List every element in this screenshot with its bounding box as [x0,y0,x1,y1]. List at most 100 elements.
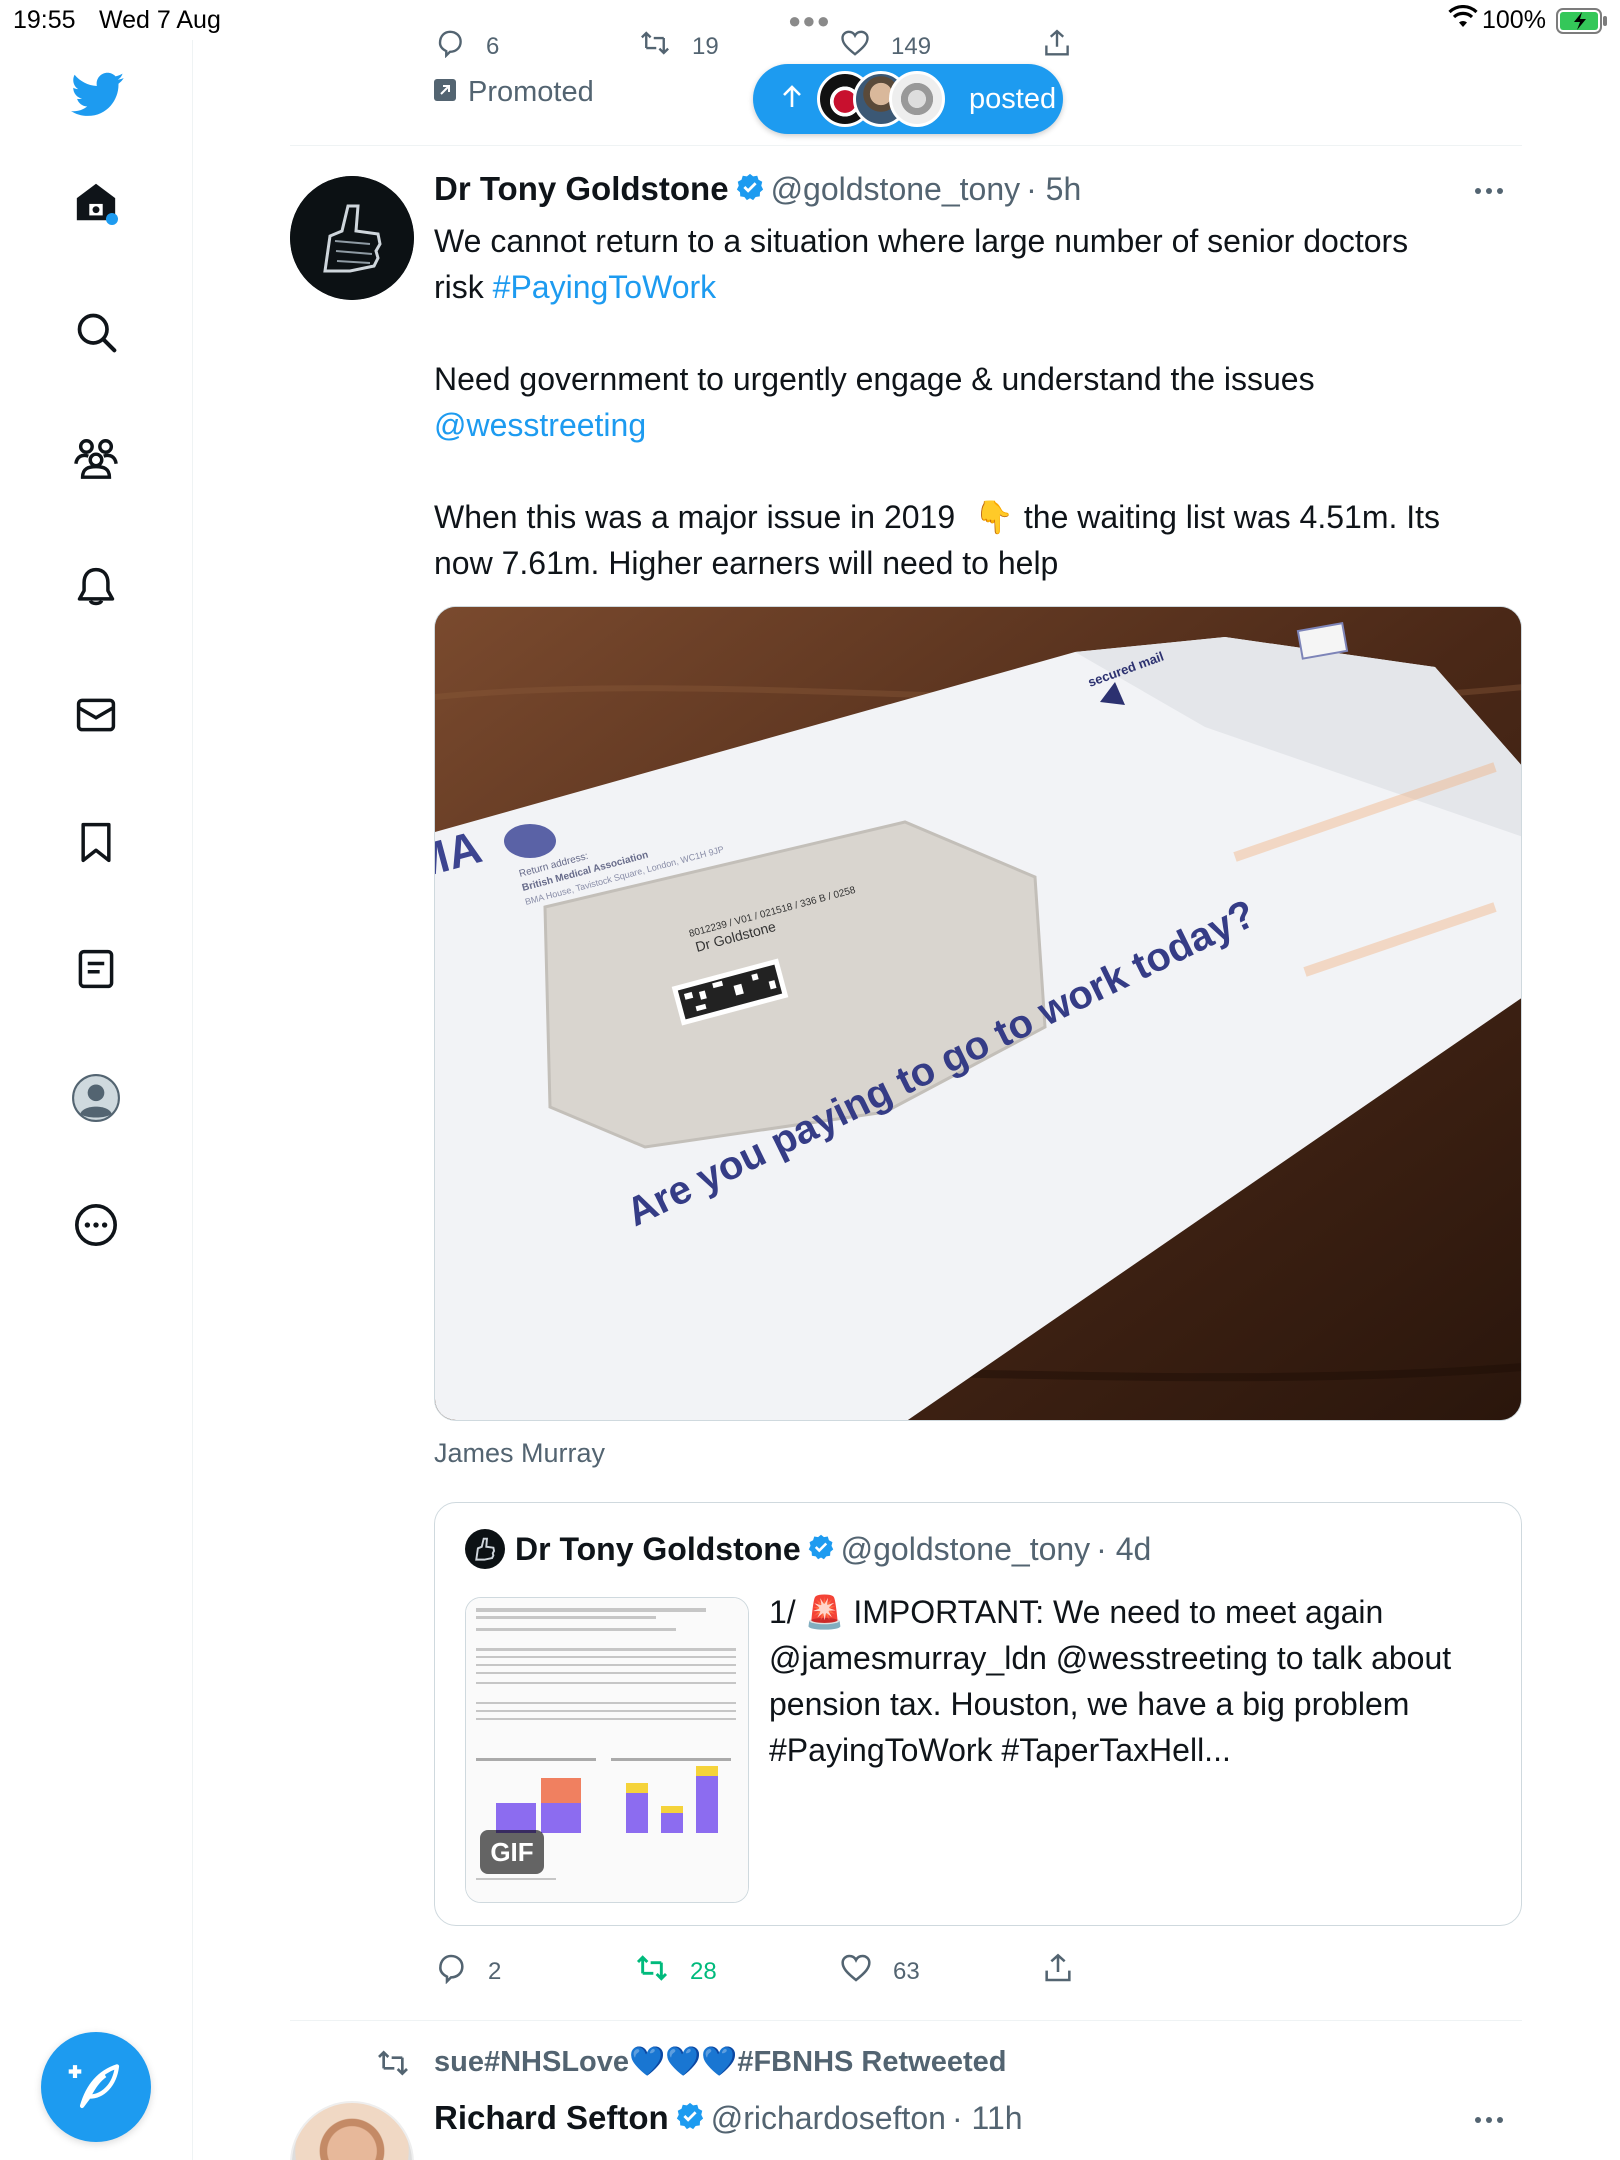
quote-text-line: @jamesmurray_ldn @wesstreeting to talk a… [769,1640,1452,1676]
mail-icon [74,693,118,742]
quote-media-gif[interactable]: GIF [465,1597,749,1903]
tweet-text-line: We cannot return to a situation where la… [434,223,1409,259]
nav-lists[interactable] [70,945,122,997]
retweet-icon [374,2047,412,2084]
tweet-more-icon[interactable] [1474,2113,1504,2131]
mention-link[interactable]: @wesstreeting [434,402,1514,448]
quote-author-handle: @goldstone_tony [840,1530,1091,1567]
quote-text: 1/ 🚨 IMPORTANT: We need to meet again @j… [769,1589,1509,1773]
compose-icon [68,2057,124,2118]
like-action[interactable]: 63 [839,1952,920,1991]
pill-label: posted [969,82,1057,115]
promoted-icon [434,76,456,109]
promoted-label: Promoted [434,76,594,109]
verified-badge-icon [735,172,765,207]
battery-icon [1556,8,1608,41]
tweet-text-line: When this was a major issue in 2019 👇 the… [434,494,1514,540]
bookmark-icon [74,820,118,869]
home-unread-dot [106,213,118,225]
promoted-text: Promoted [468,76,594,108]
tweet-text-line: Need government to urgently engage & und… [434,361,1315,397]
prev-reply-action[interactable]: 6 [434,28,499,65]
nav-profile[interactable] [70,1073,122,1126]
pill-avatars [817,71,947,127]
share-icon [1042,28,1092,65]
prev-like-action[interactable]: 149 [839,28,931,65]
hashtag-link[interactable]: #PayingToWork [493,269,717,305]
tweet-text-line: now 7.61m. Higher earners will need to h… [434,545,1059,581]
nav-communities[interactable] [70,434,122,486]
retweet-count: 28 [690,1957,717,1985]
nav-explore[interactable] [70,308,122,360]
prev-retweet-action[interactable]: 19 [638,28,719,65]
tweet-text: We cannot return to a situation where la… [434,218,1514,586]
point-down-emoji: 👇 [974,499,1014,535]
gif-badge: GIF [480,1830,544,1874]
reply-icon [434,1952,488,1991]
tweet-more-icon[interactable] [1474,184,1504,202]
prev-share-action[interactable] [1042,28,1092,65]
author-handle[interactable]: @richardosefton [711,2100,946,2137]
author-avatar[interactable] [290,2101,414,2160]
prev-like-count: 149 [891,32,932,60]
tweet-text-fragment: risk [434,269,493,305]
retweeted-by-label[interactable]: sue#NHSLove💙💙💙#FBNHS Retweeted [434,2045,1006,2079]
bell-icon [74,565,118,614]
image-tag[interactable]: James Murray [434,1438,605,1469]
tweet-header: Richard Sefton @richardosefton · 11h [434,2099,1023,2137]
author-name[interactable]: Dr Tony Goldstone [434,170,729,208]
tweet-header: Dr Tony Goldstone @goldstone_tony · 5h [434,170,1081,208]
arrow-up-icon [781,84,803,114]
heart-icon [839,1952,893,1991]
nav-messages[interactable] [70,691,122,743]
twitter-logo-icon[interactable] [68,65,128,125]
quote-text-line: 1/ 🚨 IMPORTANT: We need to meet again [769,1589,1509,1635]
share-icon [1042,1952,1094,1991]
status-date: Wed 7 Aug [99,6,221,34]
verified-badge-icon [675,2101,705,2136]
reply-action[interactable]: 2 [434,1952,501,1991]
status-time: 19:55 [13,6,76,34]
retweet-action[interactable]: 28 [634,1952,717,1991]
quote-prefix: 1/ [769,1594,796,1630]
tweet-text-fragment: the waiting list was 4.51m. Its [1023,499,1441,535]
nav-more[interactable] [70,1201,122,1253]
tweet-media-photo[interactable]: BMA Return address: British Medical Asso… [434,606,1522,1421]
share-action[interactable] [1042,1952,1094,1991]
tweet[interactable]: sue#NHSLove💙💙💙#FBNHS Retweeted Richard S… [290,2021,1522,2160]
sidebar-nav [0,40,193,2160]
quote-header: Dr Tony Goldstone @goldstone_tony · 4d [465,1529,1151,1569]
quote-text-line: #PayingToWork #TaperTaxHell... [769,1732,1231,1768]
list-icon [74,947,118,996]
quote-author-name: Dr Tony Goldstone [515,1530,801,1567]
tweet-text-fragment: When this was a major issue in 2019 [434,499,956,535]
heart-icon [839,28,891,65]
siren-emoji: 🚨 [804,1594,845,1630]
retweet-icon [638,28,692,65]
reply-count: 2 [488,1957,502,1985]
tweet-time[interactable]: · 11h [952,2100,1023,2137]
pill-avatar-3 [889,71,945,127]
verified-badge-icon [807,1533,835,1566]
like-count: 63 [893,1957,920,1985]
quote-time: · 4d [1096,1530,1152,1567]
nav-notifications[interactable] [70,563,122,615]
tweet-time[interactable]: · 5h [1026,171,1081,208]
quote-avatar[interactable] [465,1529,505,1569]
nav-bookmarks[interactable] [70,818,122,870]
compose-button[interactable] [41,2032,151,2142]
quote-tweet[interactable]: Dr Tony Goldstone @goldstone_tony · 4d G… [434,1502,1522,1926]
prev-reply-count: 6 [486,32,500,60]
author-avatar[interactable] [290,176,414,300]
search-icon [74,310,118,359]
tweet-text-line: risk #PayingToWork [434,264,1514,310]
author-handle[interactable]: @goldstone_tony [771,171,1021,208]
tweet[interactable]: Dr Tony Goldstone @goldstone_tony · 5h W… [290,146,1522,2020]
retweet-icon [634,1952,690,1991]
prev-retweet-count: 19 [692,32,719,60]
more-icon [73,1202,119,1253]
author-name[interactable]: Richard Sefton [434,2099,669,2137]
new-posts-pill[interactable]: posted [753,64,1063,134]
quote-text-line: pension tax. Houston, we have a big prob… [769,1686,1410,1722]
reply-icon [434,28,486,65]
